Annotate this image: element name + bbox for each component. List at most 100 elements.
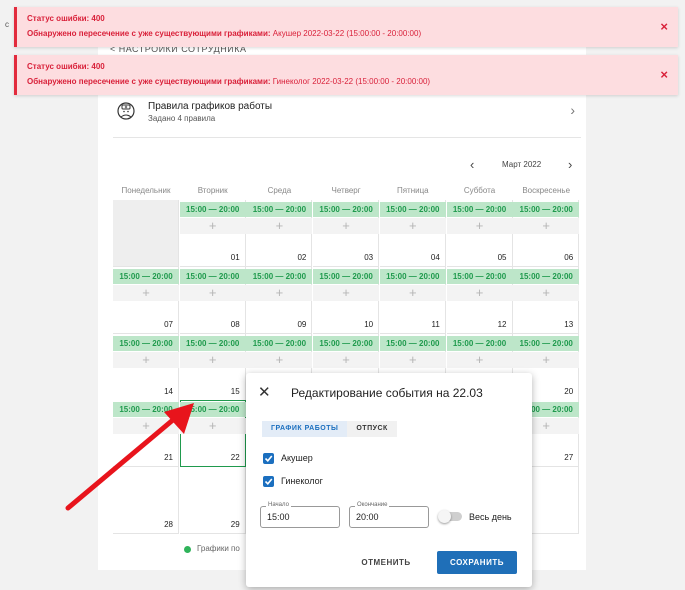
shift-block[interactable]: 15:00 — 20:00 <box>179 268 246 284</box>
tab-vacation[interactable]: ОТПУСК <box>347 421 396 437</box>
add-shift-button[interactable]: + <box>446 284 513 301</box>
weekday-header: Вторник <box>197 186 228 195</box>
add-shift-button[interactable]: + <box>113 351 179 368</box>
shift-block[interactable]: 15:00 — 20:00 <box>513 335 580 351</box>
day-number: 27 <box>564 453 574 463</box>
day-number: 03 <box>364 253 374 262</box>
shift-block[interactable]: 15:00 — 20:00 <box>446 268 513 284</box>
shift-block[interactable]: 15:00 — 20:00 <box>379 202 446 217</box>
calendar-day-08[interactable]: 15:00 — 20:00 +08 <box>179 266 246 334</box>
obstetrician-checkbox[interactable] <box>263 453 274 464</box>
tab-work-schedule[interactable]: ГРАФИК РАБОТЫ <box>262 421 348 437</box>
shift-block[interactable]: 15:00 — 20:00 <box>179 202 246 217</box>
next-month-button[interactable]: › <box>568 157 572 172</box>
edit-event-dialog: ✕ Редактирование события на 22.03 ГРАФИК… <box>246 373 532 587</box>
day-number: 05 <box>497 253 507 262</box>
shift-block[interactable]: 15:00 — 20:00 <box>513 268 580 284</box>
end-time-label: Окончание <box>355 502 390 508</box>
calendar-day-07[interactable]: 15:00 — 20:00 +07 <box>113 266 179 334</box>
add-shift-button[interactable]: + <box>313 218 380 234</box>
end-time-input[interactable] <box>356 512 422 522</box>
shift-block[interactable]: 15:00 — 20:00 <box>313 335 380 351</box>
add-shift-button[interactable]: + <box>246 284 313 301</box>
dialog-tabs: ГРАФИК РАБОТЫ ОТПУСК <box>262 421 397 437</box>
add-shift-button[interactable]: + <box>246 218 313 234</box>
legend-dot <box>184 546 191 553</box>
cancel-button[interactable]: ОТМЕНИТЬ <box>351 552 421 574</box>
calendar-day-15[interactable]: 15:00 — 20:00 +15 <box>179 333 246 401</box>
shift-block[interactable]: 15:00 — 20:00 <box>113 335 179 351</box>
dialog-title: Редактирование события на 22.03 <box>291 386 483 400</box>
add-shift-button[interactable]: + <box>313 351 380 368</box>
shift-block[interactable]: 15:00 — 20:00 <box>313 202 380 217</box>
add-shift-button[interactable]: + <box>379 351 446 368</box>
shift-block[interactable]: 15:00 — 20:00 <box>513 202 580 217</box>
shift-block[interactable]: 15:00 — 20:00 <box>113 268 179 284</box>
day-number: 14 <box>164 386 173 396</box>
shift-block[interactable]: 15:00 — 20:00 <box>379 268 446 284</box>
stray-char: с <box>5 20 9 29</box>
add-shift-button[interactable]: + <box>513 351 580 368</box>
prev-month-button[interactable]: ‹ <box>470 157 474 172</box>
add-shift-button[interactable]: + <box>513 284 580 301</box>
shift-block[interactable]: 15:00 — 20:00 <box>446 335 513 351</box>
calendar-day-13[interactable]: 15:00 — 20:00 +13 <box>513 266 580 334</box>
shift-block[interactable]: 15:00 — 20:00 <box>246 202 313 217</box>
save-button[interactable]: СОХРАНИТЬ <box>437 551 517 574</box>
add-shift-button[interactable]: + <box>113 284 179 301</box>
calendar-day-04[interactable]: 15:00 — 20:00 +04 <box>379 200 446 267</box>
shift-block[interactable]: 15:00 — 20:00 <box>379 335 446 351</box>
calendar-day-12[interactable]: 15:00 — 20:00 +12 <box>446 266 513 334</box>
weekday-header: Понедельник <box>121 186 171 195</box>
add-shift-button[interactable]: + <box>513 218 580 234</box>
calendar-day-14[interactable]: 15:00 — 20:00 +14 <box>113 333 179 401</box>
weekday-header: Пятница <box>396 186 429 195</box>
day-number: 06 <box>564 253 574 262</box>
shift-block[interactable]: 15:00 — 20:00 <box>313 268 380 284</box>
end-time-field[interactable]: Окончание <box>349 502 429 528</box>
close-icon[interactable]: × <box>660 19 668 34</box>
shift-block[interactable]: 15:00 — 20:00 <box>446 202 513 217</box>
day-number: 11 <box>431 319 440 329</box>
calendar-day-empty <box>113 200 179 267</box>
close-icon[interactable]: × <box>660 67 668 82</box>
calendar-day-06[interactable]: 15:00 — 20:00 +06 <box>513 200 580 267</box>
add-shift-button[interactable]: + <box>379 284 446 301</box>
shift-block[interactable]: 15:00 — 20:00 <box>246 335 313 351</box>
calendar-day-11[interactable]: 15:00 — 20:00 +11 <box>379 266 446 334</box>
shift-block[interactable]: 15:00 — 20:00 <box>246 268 313 284</box>
all-day-label: Весь день <box>469 512 512 522</box>
day-number: 20 <box>564 386 574 396</box>
add-shift-button[interactable]: + <box>179 351 246 368</box>
weekday-header: Четверг <box>331 186 361 195</box>
error-alert: Статус ошибки: 400 Обнаружено пересечени… <box>14 55 678 95</box>
gynecologist-checkbox[interactable] <box>263 476 274 487</box>
calendar-day-02[interactable]: 15:00 — 20:00 +02 <box>246 200 313 267</box>
add-shift-button[interactable]: + <box>179 218 246 234</box>
calendar-day-03[interactable]: 15:00 — 20:00 +03 <box>313 200 380 267</box>
add-shift-button[interactable]: + <box>379 218 446 234</box>
add-shift-button[interactable]: + <box>446 351 513 368</box>
day-number: 09 <box>297 319 307 329</box>
add-shift-button[interactable]: + <box>313 284 380 301</box>
day-number: 22 <box>230 453 240 463</box>
chevron-right-icon: › <box>570 102 575 118</box>
start-time-input[interactable] <box>267 512 333 522</box>
start-time-field[interactable]: Начало <box>260 502 340 528</box>
calendar-day-10[interactable]: 15:00 — 20:00 +10 <box>313 266 380 334</box>
weekday-header: Воскресенье <box>522 186 571 195</box>
schedule-rules-row[interactable]: Правила графиков работы Задано 4 правила… <box>113 98 581 134</box>
all-day-toggle[interactable] <box>438 510 462 523</box>
arrow-annotation <box>65 403 194 511</box>
close-icon[interactable]: ✕ <box>258 383 271 401</box>
add-shift-button[interactable]: + <box>179 284 246 301</box>
add-shift-button[interactable]: + <box>446 218 513 234</box>
alert-status: Статус ошибки: 400 <box>27 14 105 23</box>
calendar-day-05[interactable]: 15:00 — 20:00 +05 <box>446 200 513 267</box>
add-shift-button[interactable]: + <box>246 351 313 368</box>
day-number: 04 <box>430 253 440 262</box>
shift-block[interactable]: 15:00 — 20:00 <box>179 335 246 351</box>
day-number: 13 <box>564 319 574 329</box>
calendar-day-09[interactable]: 15:00 — 20:00 +09 <box>246 266 313 334</box>
calendar-day-01[interactable]: 15:00 — 20:00 +01 <box>179 200 246 267</box>
